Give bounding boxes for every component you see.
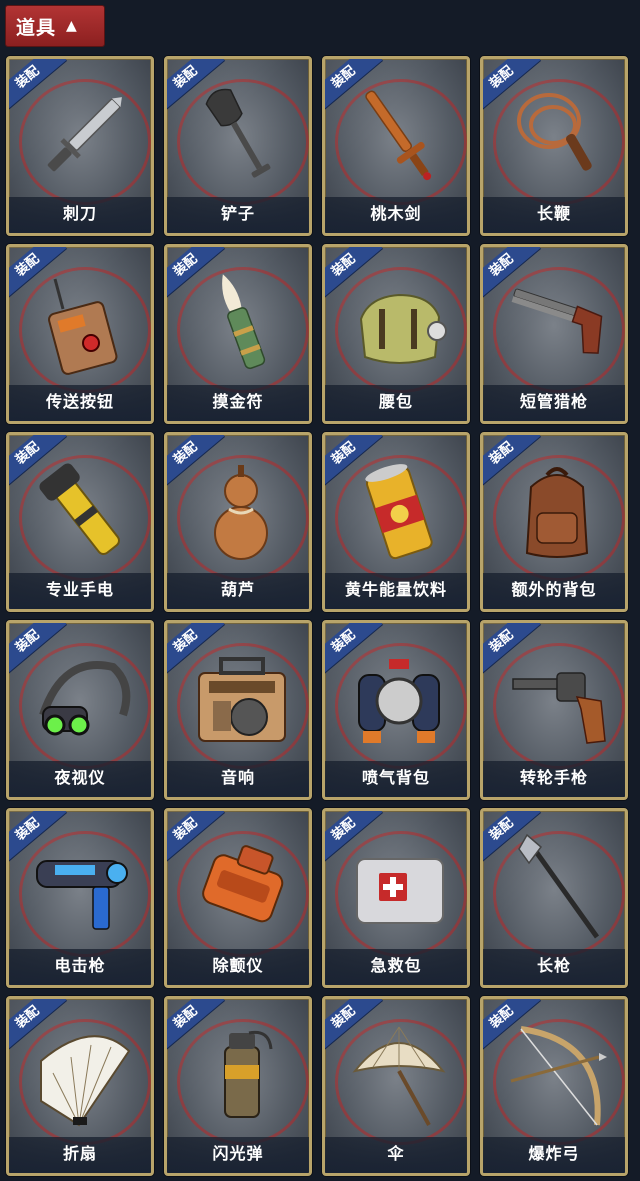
- item-card[interactable]: 装配 急救包: [322, 808, 470, 988]
- waist-bag-icon: [349, 269, 449, 379]
- item-card[interactable]: 装配 闪光弹: [164, 996, 312, 1176]
- item-label: 短管猎枪: [483, 385, 625, 421]
- shotgun-icon: [507, 269, 607, 379]
- knife-icon: [33, 81, 133, 191]
- item-card[interactable]: 装配 刺刀: [6, 56, 154, 236]
- item-label: 闪光弹: [167, 1137, 309, 1173]
- item-label: 伞: [325, 1137, 467, 1173]
- item-label: 摸金符: [167, 385, 309, 421]
- item-card[interactable]: 装配 额外的背包: [480, 432, 628, 612]
- item-card[interactable]: 装配 桃木剑: [322, 56, 470, 236]
- item-card[interactable]: 装配 音响: [164, 620, 312, 800]
- shock-gun-icon: [33, 833, 133, 943]
- inventory-category-header[interactable]: 道具 ▲: [6, 6, 104, 46]
- first-aid-kit-icon: [349, 833, 449, 943]
- revolver-icon: [507, 645, 607, 755]
- item-card[interactable]: 装配 黄牛能量饮料: [322, 432, 470, 612]
- item-card[interactable]: 装配 专业手电: [6, 432, 154, 612]
- item-card[interactable]: 装配 夜视仪: [6, 620, 154, 800]
- defibrillator-icon: [191, 833, 291, 943]
- folding-fan-icon: [33, 1021, 133, 1131]
- item-label: 电击枪: [9, 949, 151, 985]
- item-card[interactable]: 装配 除颤仪: [164, 808, 312, 988]
- item-card[interactable]: 装配 折扇: [6, 996, 154, 1176]
- item-label: 腰包: [325, 385, 467, 421]
- item-label: 音响: [167, 761, 309, 797]
- item-label: 除颤仪: [167, 949, 309, 985]
- shovel-icon: [191, 81, 291, 191]
- item-label: 急救包: [325, 949, 467, 985]
- item-label: 专业手电: [9, 573, 151, 609]
- item-card[interactable]: 装配 转轮手枪: [480, 620, 628, 800]
- bow-icon: [507, 1021, 607, 1131]
- item-label: 铲子: [167, 197, 309, 233]
- item-card[interactable]: 装配 传送按钮: [6, 244, 154, 424]
- item-label: 夜视仪: [9, 761, 151, 797]
- item-card[interactable]: 装配 铲子: [164, 56, 312, 236]
- item-label: 黄牛能量饮料: [325, 573, 467, 609]
- category-title: 道具: [16, 16, 57, 39]
- item-card[interactable]: 装配伞: [322, 996, 470, 1176]
- item-label: 桃木剑: [325, 197, 467, 233]
- umbrella-icon: [349, 1021, 449, 1131]
- item-label: 葫芦: [167, 573, 309, 609]
- item-card[interactable]: 装配 短管猎枪: [480, 244, 628, 424]
- radio-icon: [191, 645, 291, 755]
- whip-icon: [507, 81, 607, 191]
- item-card[interactable]: 装配 爆炸弓: [480, 996, 628, 1176]
- jetpack-icon: [349, 645, 449, 755]
- item-label: 长枪: [483, 949, 625, 985]
- wooden-sword-icon: [349, 81, 449, 191]
- item-card[interactable]: 装配 葫芦: [164, 432, 312, 612]
- talisman-icon: [191, 269, 291, 379]
- flash-grenade-icon: [191, 1021, 291, 1131]
- item-label: 长鞭: [483, 197, 625, 233]
- item-card[interactable]: 装配 腰包: [322, 244, 470, 424]
- backpack-icon: [507, 457, 607, 567]
- item-card[interactable]: 装配 长鞭: [480, 56, 628, 236]
- item-card[interactable]: 装配 喷气背包: [322, 620, 470, 800]
- item-label: 转轮手枪: [483, 761, 625, 797]
- flashlight-icon: [33, 457, 133, 567]
- item-label: 爆炸弓: [483, 1137, 625, 1173]
- energy-drink-icon: [349, 457, 449, 567]
- item-label: 喷气背包: [325, 761, 467, 797]
- chevron-up-icon[interactable]: ▲: [66, 18, 78, 34]
- item-card[interactable]: 装配 摸金符: [164, 244, 312, 424]
- item-card[interactable]: 装配 电击枪: [6, 808, 154, 988]
- spear-icon: [507, 833, 607, 943]
- item-label: 额外的背包: [483, 573, 625, 609]
- item-label: 传送按钮: [9, 385, 151, 421]
- item-label: 折扇: [9, 1137, 151, 1173]
- teleport-button-icon: [33, 269, 133, 379]
- item-card[interactable]: 装配 长枪: [480, 808, 628, 988]
- night-vision-icon: [33, 645, 133, 755]
- item-label: 刺刀: [9, 197, 151, 233]
- gourd-icon: [191, 457, 291, 567]
